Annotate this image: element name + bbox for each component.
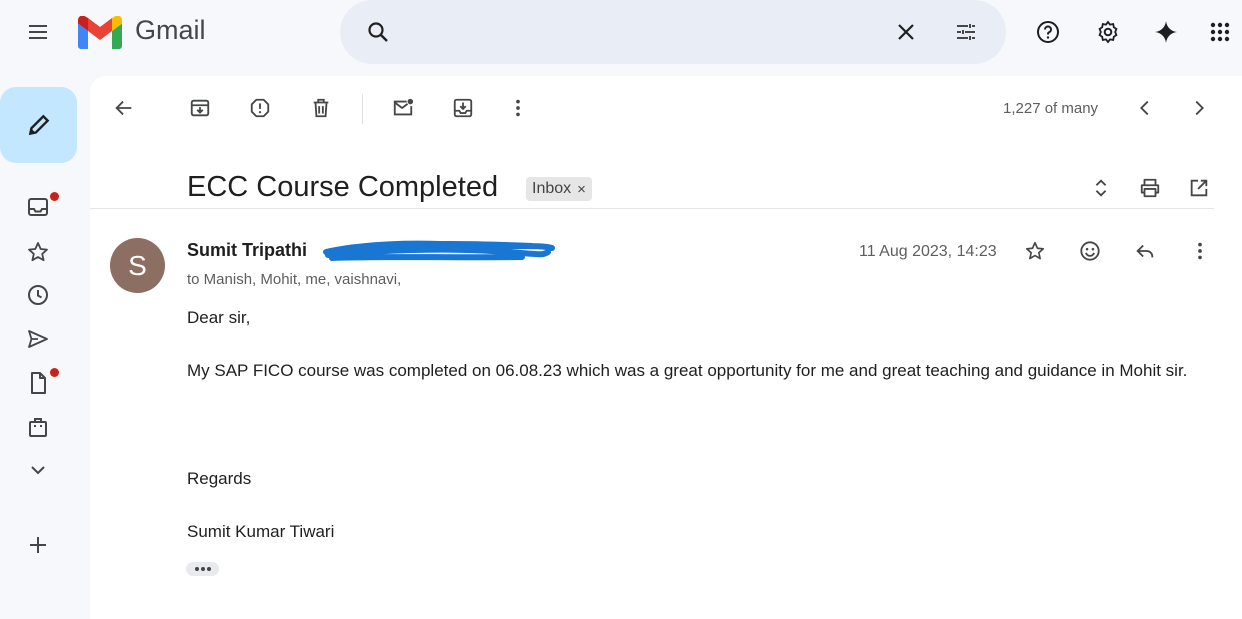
nav-more[interactable] (18, 450, 58, 490)
nav-sent[interactable] (18, 319, 58, 359)
subject-divider (90, 208, 1214, 209)
redaction-scribble (323, 240, 555, 261)
search-input[interactable] (414, 16, 884, 48)
expand-icon (1095, 179, 1107, 197)
drafts-notification-dot (50, 368, 59, 377)
star-icon (28, 242, 48, 262)
email-view: 1,227 of many ECC Course Completed Inbox… (90, 76, 1242, 619)
gear-icon (1098, 20, 1118, 44)
inbox-notification-dot (50, 192, 59, 201)
pagination-text: 1,227 of many (1003, 100, 1099, 117)
more-actions-button[interactable] (498, 88, 538, 128)
email-signature: Sumit Kumar Tiwari (187, 522, 335, 541)
help-icon (1037, 21, 1059, 43)
main-menu-button[interactable] (18, 12, 58, 52)
archive-button[interactable] (180, 88, 220, 128)
older-button[interactable] (1179, 88, 1219, 128)
help-button[interactable] (1028, 12, 1068, 52)
chevron-down-icon (31, 466, 45, 475)
google-apps-button[interactable] (1200, 12, 1240, 52)
mark-unread-icon (393, 98, 414, 116)
back-button[interactable] (104, 88, 144, 128)
print-all-button[interactable] (1130, 168, 1170, 208)
search-options-button[interactable] (946, 12, 986, 52)
file-icon (31, 372, 46, 394)
gmail-m-icon (78, 16, 122, 49)
search-button[interactable] (358, 12, 398, 52)
email-greeting: Dear sir, (187, 308, 251, 327)
gmail-wordmark: Gmail (135, 15, 206, 45)
arrow-back-icon (115, 100, 132, 116)
reply-button[interactable] (1125, 231, 1165, 271)
move-to-icon (453, 98, 473, 118)
bag-icon (29, 418, 47, 437)
archive-icon (190, 99, 210, 117)
ellipsis-dot (206, 567, 211, 571)
send-icon (28, 330, 48, 348)
newer-button[interactable] (1125, 88, 1165, 128)
more-vert-icon (516, 99, 520, 117)
email-subject: ECC Course Completed (187, 171, 499, 203)
recipients-line[interactable]: to Manish, Mohit, me, vaishnavi, (187, 271, 401, 288)
menu-icon (29, 25, 47, 39)
close-icon (898, 24, 914, 40)
chevron-right-icon (1195, 100, 1204, 116)
clock-icon (28, 285, 48, 305)
expand-all-button[interactable] (1081, 168, 1121, 208)
reply-icon (1136, 244, 1154, 258)
show-trimmed-content-button[interactable] (186, 562, 219, 576)
create-label-button[interactable] (18, 525, 58, 565)
plus-icon (30, 537, 46, 553)
open-new-icon (1190, 179, 1208, 197)
apps-icon (1210, 22, 1230, 42)
sender-name[interactable]: Sumit Tripathi (187, 240, 307, 261)
delete-button[interactable] (301, 88, 341, 128)
inbox-icon (28, 198, 48, 216)
email-closing: Regards (187, 469, 252, 488)
more-vert-icon (1198, 242, 1202, 260)
settings-button[interactable] (1088, 12, 1128, 52)
star-button[interactable] (1015, 231, 1055, 271)
label-chip-inbox[interactable]: Inbox × (526, 177, 592, 201)
gemini-button[interactable] (1146, 12, 1186, 52)
email-date: 11 Aug 2023, 14:23 (859, 243, 997, 260)
open-new-window-button[interactable] (1179, 168, 1219, 208)
search-icon (368, 22, 388, 42)
sender-avatar[interactable]: S (110, 238, 165, 293)
message-more-button[interactable] (1180, 231, 1220, 271)
star-icon (1025, 241, 1045, 260)
report-icon (250, 98, 270, 118)
report-spam-button[interactable] (240, 88, 280, 128)
trash-icon (313, 98, 329, 118)
add-reaction-button[interactable] (1070, 231, 1110, 271)
pencil-icon (28, 114, 49, 136)
remove-label-icon[interactable]: × (577, 181, 586, 198)
search-bar[interactable] (340, 0, 1006, 64)
nav-snoozed[interactable] (18, 275, 58, 315)
toolbar-divider (362, 94, 363, 124)
clear-search-button[interactable] (886, 12, 926, 52)
mark-unread-button[interactable] (383, 88, 423, 128)
nav-purchases[interactable] (18, 407, 58, 447)
gmail-logo[interactable] (78, 16, 122, 49)
move-to-button[interactable] (443, 88, 483, 128)
ellipsis-dot (200, 567, 205, 571)
nav-starred[interactable] (18, 232, 58, 272)
gemini-icon (1155, 21, 1177, 43)
chevron-left-icon (1140, 100, 1149, 116)
email-paragraph: My SAP FICO course was completed on 06.0… (187, 361, 1188, 380)
label-chip-text: Inbox (532, 180, 572, 197)
tune-icon (957, 24, 975, 40)
print-icon (1140, 178, 1160, 198)
emoji-icon (1080, 241, 1100, 261)
compose-button[interactable] (0, 87, 77, 163)
ellipsis-dot (194, 567, 199, 571)
